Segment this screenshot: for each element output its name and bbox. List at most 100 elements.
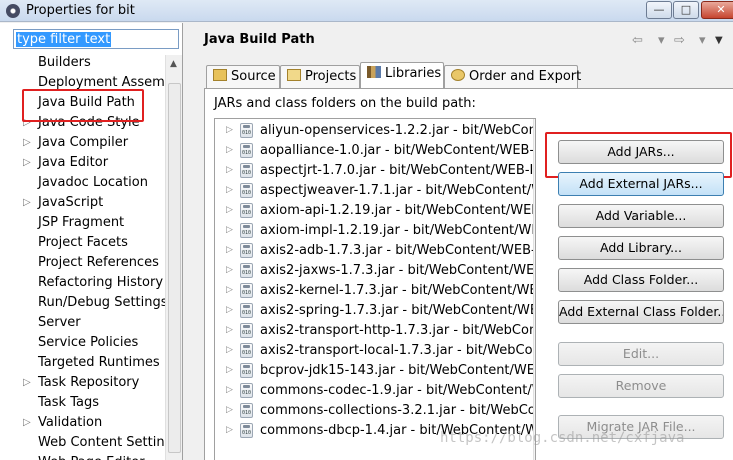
order-export-icon bbox=[451, 69, 465, 81]
sidebar-scroll-thumb[interactable] bbox=[168, 83, 181, 453]
maximize-button[interactable]: □ bbox=[673, 1, 699, 19]
jar-item-label: axis2-kernel-1.7.3.jar - bit/WebContent/… bbox=[260, 283, 536, 298]
properties-sidebar: type filter text Builders Deployment Asse… bbox=[0, 23, 183, 460]
tree-item[interactable]: Refactoring History bbox=[0, 273, 166, 293]
tab-libraries-label: Libraries bbox=[385, 66, 442, 81]
expand-arrow-icon[interactable]: ▷ bbox=[226, 345, 233, 355]
expand-arrow-icon[interactable]: ▷ bbox=[226, 145, 233, 155]
scroll-up-arrow-icon[interactable]: ▲ bbox=[170, 59, 177, 69]
expand-arrow-icon[interactable]: ▷ bbox=[226, 265, 233, 275]
expand-arrow-icon[interactable]: ▷ bbox=[226, 365, 233, 375]
expand-arrow-icon[interactable]: ▷ bbox=[226, 425, 233, 435]
expand-arrow-icon[interactable]: ▷ bbox=[226, 205, 233, 215]
jar-list-item[interactable]: ▷ axis2-adb-1.7.3.jar - bit/WebContent/WE… bbox=[215, 241, 535, 261]
tree-item[interactable]: Web Page Editor bbox=[0, 453, 166, 460]
tree-item[interactable]: Service Policies bbox=[0, 333, 166, 353]
tree-item-label: Targeted Runtimes bbox=[38, 355, 160, 370]
expand-arrow-icon[interactable]: ▷ bbox=[226, 225, 233, 235]
tree-item[interactable]: ▷ Java Compiler bbox=[0, 133, 166, 153]
window-title: Properties for bit bbox=[26, 3, 135, 18]
expand-arrow-icon[interactable]: ▷ bbox=[226, 385, 233, 395]
tree-item[interactable]: ▷ Java Editor bbox=[0, 153, 166, 173]
expand-arrow-icon[interactable]: ▷ bbox=[226, 125, 233, 135]
view-menu-icon[interactable]: ▼ bbox=[715, 35, 723, 46]
filter-input[interactable]: type filter text bbox=[13, 29, 179, 49]
jar-list-item[interactable]: ▷ axis2-jaxws-1.7.3.jar - bit/WebContent/… bbox=[215, 261, 535, 281]
close-button[interactable]: ✕ bbox=[701, 1, 733, 19]
tree-item[interactable]: ▷ Validation bbox=[0, 413, 166, 433]
jar-list-item[interactable]: ▷ bcprov-jdk15-143.jar - bit/WebContent/W… bbox=[215, 361, 536, 381]
tree-item[interactable]: ▷ JavaScript bbox=[0, 193, 166, 213]
jar-list-item[interactable]: ▷ axiom-impl-1.2.19.jar - bit/WebContent/… bbox=[215, 221, 535, 241]
jar-list[interactable]: ▷commons-dbcp-1.4.jar - bit/WebContent/W… bbox=[214, 118, 536, 460]
expand-arrow-icon[interactable]: ▷ bbox=[226, 305, 233, 315]
expand-arrow-icon[interactable]: ▷ bbox=[226, 165, 233, 175]
expand-arrow-icon[interactable]: ▷ bbox=[23, 417, 31, 428]
add-external-class-folder-button[interactable]: Add External Class Folder... bbox=[558, 300, 724, 324]
watermark: https://blog.csdn.net/cxfjava bbox=[440, 430, 685, 446]
tree-item[interactable]: Task Tags bbox=[0, 393, 166, 413]
edit-button[interactable]: Edit... bbox=[558, 342, 724, 366]
minimize-button[interactable]: — bbox=[646, 1, 672, 19]
jar-list-item[interactable]: ▷ commons-codec-1.9.jar - bit/WebContent/… bbox=[215, 381, 535, 401]
add-variable-button[interactable]: Add Variable... bbox=[558, 204, 724, 228]
tree-item[interactable]: Targeted Runtimes bbox=[0, 353, 166, 373]
back-arrow-icon[interactable]: ⇦ bbox=[632, 33, 643, 48]
expand-arrow-icon[interactable]: ▷ bbox=[23, 377, 31, 388]
tab-order-and-export[interactable]: Order and Export bbox=[444, 65, 581, 88]
expand-arrow-icon[interactable]: ▷ bbox=[23, 157, 31, 168]
jar-item-label: aspectjrt-1.7.0.jar - bit/WebContent/WEB… bbox=[260, 163, 536, 178]
forward-arrow-icon[interactable]: ⇨ bbox=[674, 33, 685, 48]
filter-input-text: type filter text bbox=[16, 32, 112, 47]
jar-item-label: aliyun-openservices-1.2.2.jar - bit/WebC… bbox=[260, 123, 535, 138]
add-jars-button[interactable]: Add JARs... bbox=[558, 140, 724, 164]
tree-item[interactable]: Builders bbox=[0, 53, 166, 73]
tree-item[interactable]: Run/Debug Settings bbox=[0, 293, 166, 313]
jar-list-item[interactable]: ▷ axis2-transport-http-1.7.3.jar - bit/We… bbox=[215, 321, 535, 341]
jar-list-item[interactable]: ▷ aliyun-openservices-1.2.2.jar - bit/Web… bbox=[215, 121, 535, 141]
tree-item[interactable]: Web Content Settings bbox=[0, 433, 166, 453]
expand-arrow-icon[interactable]: ▷ bbox=[226, 245, 233, 255]
expand-arrow-icon[interactable]: ▷ bbox=[23, 137, 31, 148]
jar-list-scrollbar[interactable]: ▲ bbox=[533, 119, 535, 460]
page-title: Java Build Path bbox=[204, 32, 315, 47]
tab-source[interactable]: Source bbox=[206, 65, 280, 88]
jar-list-item[interactable]: ▷ aspectjweaver-1.7.1.jar - bit/WebConten… bbox=[215, 181, 535, 201]
add-external-jars-button[interactable]: Add External JARs... bbox=[558, 172, 724, 196]
back-dropdown-icon[interactable]: ▾ bbox=[658, 33, 665, 48]
add-library-button[interactable]: Add Library... bbox=[558, 236, 724, 260]
tab-source-label: Source bbox=[231, 69, 276, 84]
expand-arrow-icon[interactable]: ▷ bbox=[23, 197, 31, 208]
tree-item-label: JSP Fragment bbox=[38, 215, 125, 230]
jar-file-icon bbox=[240, 223, 253, 238]
jar-list-item[interactable]: ▷ aspectjrt-1.7.0.jar - bit/WebContent/WE… bbox=[215, 161, 536, 181]
tree-item[interactable]: Server bbox=[0, 313, 166, 333]
jar-list-item[interactable]: ▷ axis2-transport-local-1.7.3.jar - bit/W… bbox=[215, 341, 535, 361]
jar-list-item[interactable]: ▷ axiom-api-1.2.19.jar - bit/WebContent/W… bbox=[215, 201, 535, 221]
tab-projects-label: Projects bbox=[305, 69, 357, 84]
sidebar-scrollbar[interactable]: ▲ bbox=[165, 55, 182, 460]
tree-item[interactable]: ▷ Task Repository bbox=[0, 373, 166, 393]
remove-button[interactable]: Remove bbox=[558, 374, 724, 398]
tree-item[interactable]: Project References bbox=[0, 253, 166, 273]
jar-item-label: bcprov-jdk15-143.jar - bit/WebContent/WE… bbox=[260, 363, 536, 378]
jar-list-item[interactable]: ▷ aopalliance-1.0.jar - bit/WebContent/WE… bbox=[215, 141, 535, 161]
jar-file-icon bbox=[240, 183, 253, 198]
tree-item[interactable]: Project Facets bbox=[0, 233, 166, 253]
tree-item-label: Web Page Editor bbox=[38, 455, 145, 460]
expand-arrow-icon[interactable]: ▷ bbox=[226, 285, 233, 295]
jar-list-item[interactable]: ▷ commons-collections-3.2.1.jar - bit/Web… bbox=[215, 401, 535, 421]
expand-arrow-icon[interactable]: ▷ bbox=[226, 405, 233, 415]
add-class-folder-button[interactable]: Add Class Folder... bbox=[558, 268, 724, 292]
expand-arrow-icon[interactable]: ▷ bbox=[226, 185, 233, 195]
tree-item[interactable]: Javadoc Location bbox=[0, 173, 166, 193]
jar-list-item[interactable]: ▷ axis2-kernel-1.7.3.jar - bit/WebContent… bbox=[215, 281, 536, 301]
libraries-icon bbox=[367, 66, 381, 78]
jar-list-item[interactable]: ▷ axis2-spring-1.7.3.jar - bit/WebContent… bbox=[215, 301, 535, 321]
tree-item[interactable]: JSP Fragment bbox=[0, 213, 166, 233]
tab-projects[interactable]: Projects bbox=[280, 65, 360, 88]
tab-libraries[interactable]: Libraries bbox=[360, 62, 444, 89]
forward-dropdown-icon[interactable]: ▾ bbox=[699, 33, 706, 48]
expand-arrow-icon[interactable]: ▷ bbox=[226, 325, 233, 335]
tree-item-label: Java Editor bbox=[38, 155, 109, 170]
